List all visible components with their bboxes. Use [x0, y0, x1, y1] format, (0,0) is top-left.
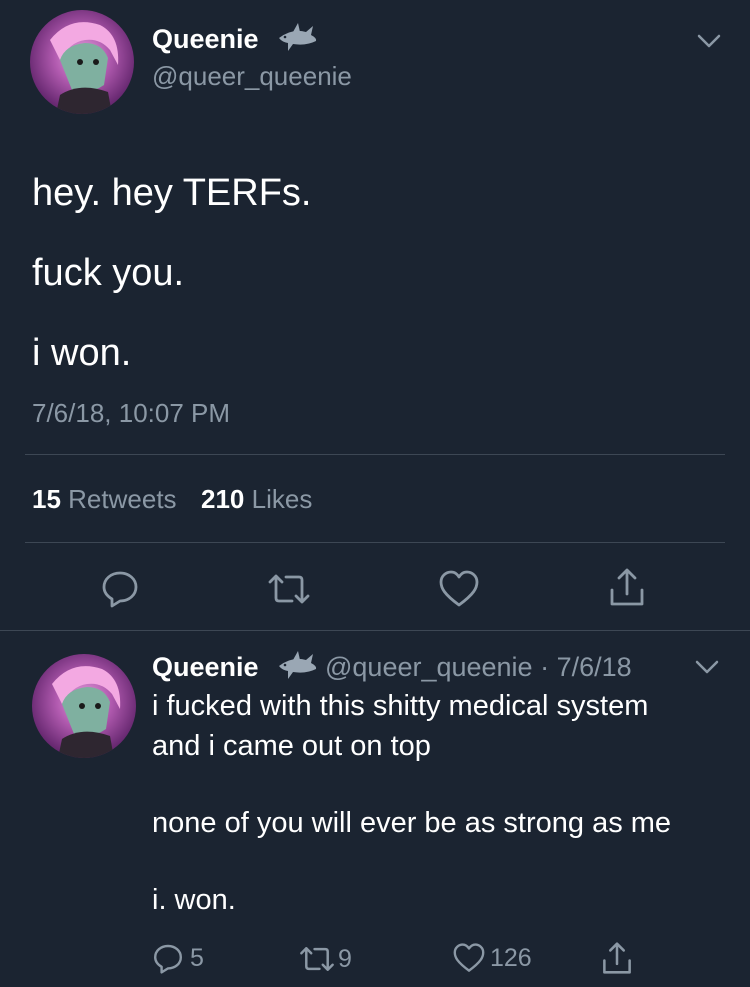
avatar[interactable] — [32, 654, 136, 758]
heart-icon — [453, 943, 485, 972]
retweet-icon[interactable] — [266, 572, 312, 606]
like-action[interactable]: 126 — [452, 943, 532, 973]
tweet-timestamp[interactable]: 7/6/18, 10:07 PM — [32, 398, 230, 429]
divider — [25, 542, 725, 543]
avatar-illustration — [50, 22, 119, 114]
user-handle[interactable]: @queer_queenie — [152, 61, 352, 92]
avatar[interactable] — [30, 10, 134, 114]
shark-icon — [276, 648, 318, 682]
divider — [0, 630, 750, 631]
reply-line: i fucked with this shitty medical system — [152, 690, 649, 722]
shark-icon — [276, 20, 318, 54]
reply-line: and i came out on top — [152, 730, 431, 762]
heart-icon[interactable] — [438, 570, 480, 608]
chevron-down-icon[interactable] — [694, 658, 720, 676]
reply-icon[interactable] — [100, 568, 140, 608]
retweet-count[interactable]: 15 — [32, 484, 61, 514]
tweet-line: i won. — [32, 332, 132, 374]
tweet-line: fuck you. — [32, 252, 185, 294]
like-count: 126 — [490, 943, 532, 972]
display-name[interactable]: Queenie — [152, 652, 259, 683]
reply-icon — [154, 944, 182, 974]
avatar-illustration — [52, 666, 121, 758]
reply-count: 5 — [190, 943, 204, 972]
retweet-count: 9 — [338, 944, 352, 973]
chevron-down-icon[interactable] — [696, 32, 722, 50]
share-icon[interactable] — [608, 566, 646, 608]
handle-and-date[interactable]: @queer_queenie · 7/6/18 — [325, 652, 632, 683]
retweet-icon — [300, 947, 334, 971]
tweet-line: hey. hey TERFs. — [32, 172, 312, 214]
like-label[interactable]: Likes — [252, 484, 313, 514]
retweet-action[interactable]: 9 — [298, 944, 352, 974]
tweet-stats: 15 Retweets 210 Likes — [32, 484, 312, 515]
retweet-label[interactable]: Retweets — [68, 484, 176, 514]
divider — [25, 454, 725, 455]
reply-line: none of you will ever be as strong as me — [152, 807, 672, 839]
share-icon[interactable] — [601, 940, 633, 976]
display-name[interactable]: Queenie — [152, 24, 259, 55]
like-count[interactable]: 210 — [201, 484, 244, 514]
reply-action[interactable]: 5 — [152, 942, 204, 974]
reply-line: i. won. — [152, 884, 236, 916]
